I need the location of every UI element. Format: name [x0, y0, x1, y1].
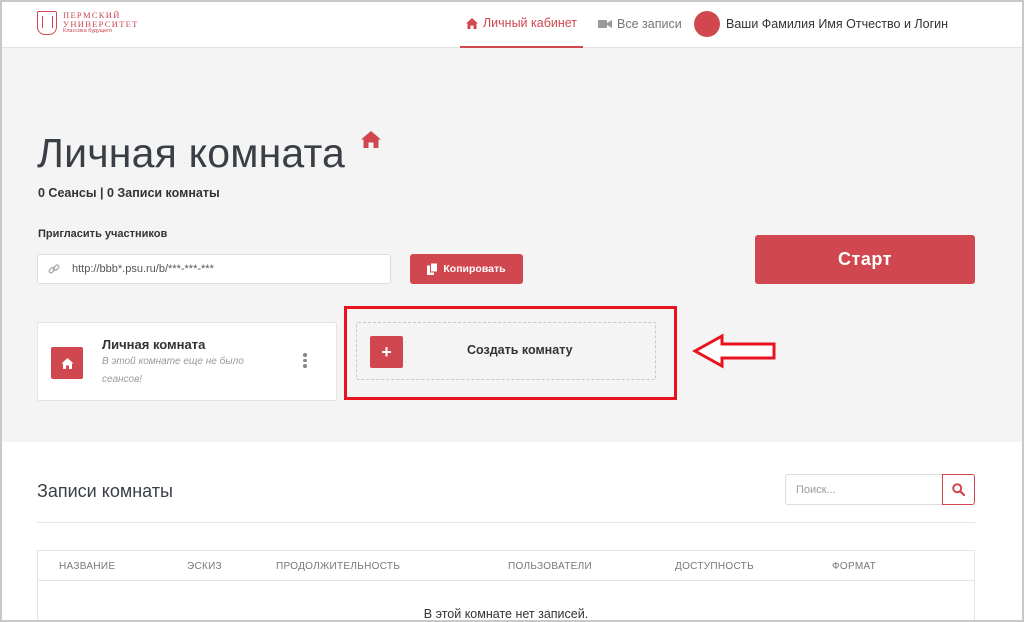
- logo-line-2: УНИВЕРСИТЕТ: [63, 18, 139, 29]
- search-icon: [952, 483, 965, 496]
- stats-separator: |: [96, 186, 107, 200]
- search-button[interactable]: [942, 474, 975, 505]
- user-menu[interactable]: Ваши Фамилия Имя Отчество и Логин: [694, 0, 948, 48]
- page-title: Личная комната: [37, 130, 346, 176]
- table-header: НАЗВАНИЕ ЭСКИЗ ПРОДОЛЖИТЕЛЬНОСТЬ ПОЛЬЗОВ…: [38, 551, 974, 581]
- nav-all-records-label: Все записи: [617, 17, 682, 31]
- home-icon: [61, 357, 73, 369]
- invite-url: http://bbb*.psu.ru/b/***-***-***: [72, 263, 214, 275]
- room-card-personal[interactable]: Личная комната В этой комнате еще не был…: [37, 322, 337, 401]
- invite-link-field[interactable]: http://bbb*.psu.ru/b/***-***-***: [37, 254, 391, 284]
- column-header-users[interactable]: ПОЛЬЗОВАТЕЛИ: [508, 561, 592, 572]
- home-icon: [361, 131, 381, 148]
- nav-all-records[interactable]: Все записи: [598, 0, 682, 48]
- more-options-icon[interactable]: [303, 353, 307, 368]
- user-name: Ваши Фамилия Имя Отчество и Логин: [726, 17, 949, 31]
- logo-line-3: Классика будущего: [63, 28, 113, 35]
- column-header-name[interactable]: НАЗВАНИЕ: [59, 561, 115, 572]
- empty-table-message: В этой комнате нет записей.: [423, 607, 589, 621]
- copy-icon: [427, 263, 439, 275]
- home-icon: [465, 17, 478, 29]
- room-icon-box: [51, 347, 83, 379]
- copy-button-label: Копировать: [443, 263, 506, 275]
- room-card-title: Личная комната: [102, 337, 206, 352]
- invite-label: Пригласить участников: [38, 228, 168, 240]
- column-header-format[interactable]: ФОРМАТ: [832, 561, 876, 572]
- video-camera-icon: [598, 20, 612, 28]
- annotation-highlight-box: [344, 306, 677, 400]
- sessions-count: 0 Сеансы: [38, 186, 97, 200]
- start-button[interactable]: Старт: [755, 235, 975, 284]
- section-divider: [37, 522, 975, 523]
- room-card-description: В этой комнате еще не было сеансов!: [102, 356, 244, 385]
- room-stats: 0 Сеансы | 0 Записи комнаты: [38, 186, 220, 200]
- avatar: [694, 11, 720, 37]
- copy-button[interactable]: Копировать: [410, 254, 523, 284]
- link-icon: [48, 264, 60, 274]
- nav-personal-cabinet-label: Личный кабинет: [482, 16, 578, 30]
- university-logo[interactable]: ПЕРМСКИЙ УНИВЕРСИТЕТ Классика будущего: [37, 11, 139, 35]
- column-header-visibility[interactable]: ДОСТУПНОСТЬ: [675, 561, 754, 572]
- column-header-thumbnail[interactable]: ЭСКИЗ: [187, 561, 222, 572]
- search-input[interactable]: [785, 474, 943, 505]
- logo-text: ПЕРМСКИЙ УНИВЕРСИТЕТ Классика будущего: [63, 11, 139, 35]
- records-section-title: Записи комнаты: [37, 481, 173, 501]
- column-header-duration[interactable]: ПРОДОЛЖИТЕЛЬНОСТЬ: [276, 561, 400, 572]
- records-count: 0 Записи комнаты: [107, 186, 220, 200]
- annotation-arrow-icon: [692, 333, 776, 369]
- top-navbar: ПЕРМСКИЙ УНИВЕРСИТЕТ Классика будущего Л…: [0, 0, 1024, 48]
- crest-icon: [37, 11, 57, 35]
- nav-personal-cabinet[interactable]: Личный кабинет: [460, 0, 583, 48]
- records-table: НАЗВАНИЕ ЭСКИЗ ПРОДОЛЖИТЕЛЬНОСТЬ ПОЛЬЗОВ…: [37, 550, 975, 622]
